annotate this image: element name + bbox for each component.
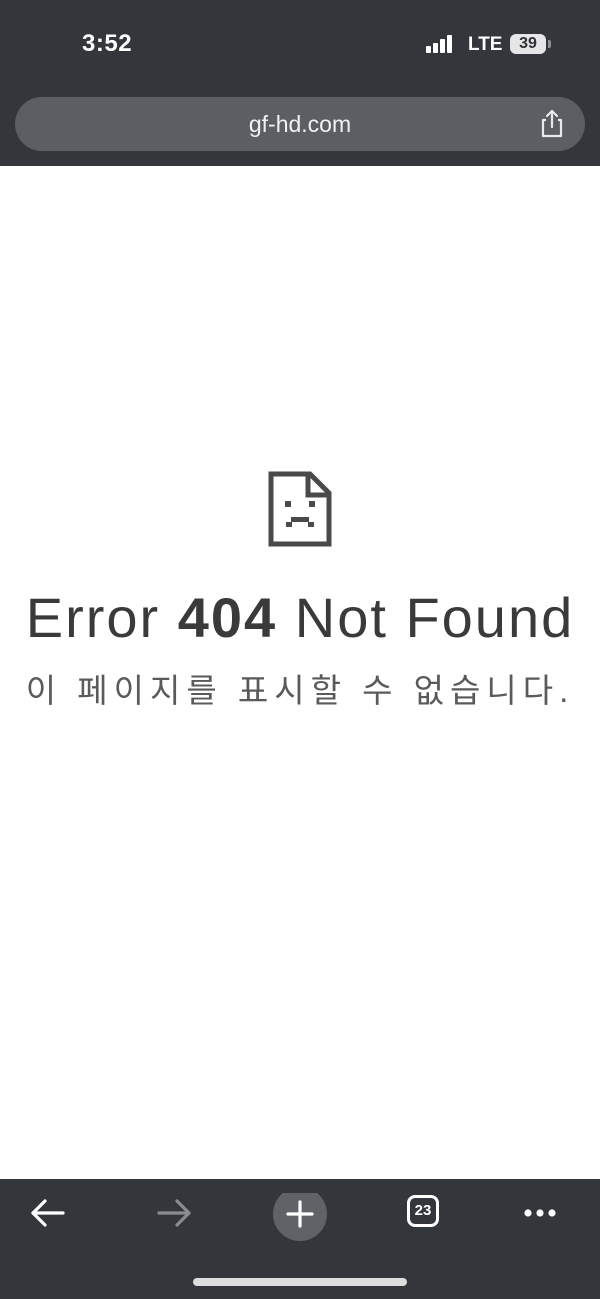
tab-count-icon: 23 [407, 1195, 439, 1227]
error-message: 이 페이지를 표시할 수 없습니다. [25, 672, 575, 709]
status-time: 3:52 [82, 30, 133, 57]
address-bar[interactable]: gf-hd.com [15, 97, 585, 151]
back-arrow-icon [31, 1199, 65, 1227]
more-dots-icon [524, 1209, 556, 1217]
forward-button[interactable] [146, 1193, 202, 1249]
tab-count: 23 [414, 1202, 432, 1219]
battery-icon: 39 [510, 34, 546, 54]
back-button[interactable] [20, 1193, 76, 1249]
battery-tip [548, 40, 551, 48]
more-menu-button[interactable] [512, 1193, 568, 1249]
signal-strength-icon [426, 35, 458, 53]
home-indicator[interactable] [193, 1278, 407, 1286]
browser-top-chrome: 3:52 LTE 39 gf-hd.com [0, 0, 600, 166]
error-title: Error 404 Not Found [0, 585, 600, 650]
url-text[interactable]: gf-hd.com [15, 97, 585, 151]
new-tab-button[interactable] [272, 1187, 328, 1249]
forward-arrow-icon [157, 1199, 191, 1227]
error-title-prefix: Error [25, 586, 161, 649]
battery-level: 39 [519, 35, 537, 52]
network-type-label: LTE [468, 34, 503, 55]
error-title-suffix: Not Found [294, 586, 575, 649]
tab-switcher-button[interactable]: 23 [398, 1193, 454, 1249]
error-code: 404 [177, 586, 278, 649]
status-bar: 3:52 LTE 39 [0, 0, 600, 90]
share-button[interactable] [535, 107, 569, 141]
new-tab-plus-icon [273, 1187, 327, 1241]
sad-document-icon [268, 471, 332, 547]
share-icon [541, 109, 563, 138]
